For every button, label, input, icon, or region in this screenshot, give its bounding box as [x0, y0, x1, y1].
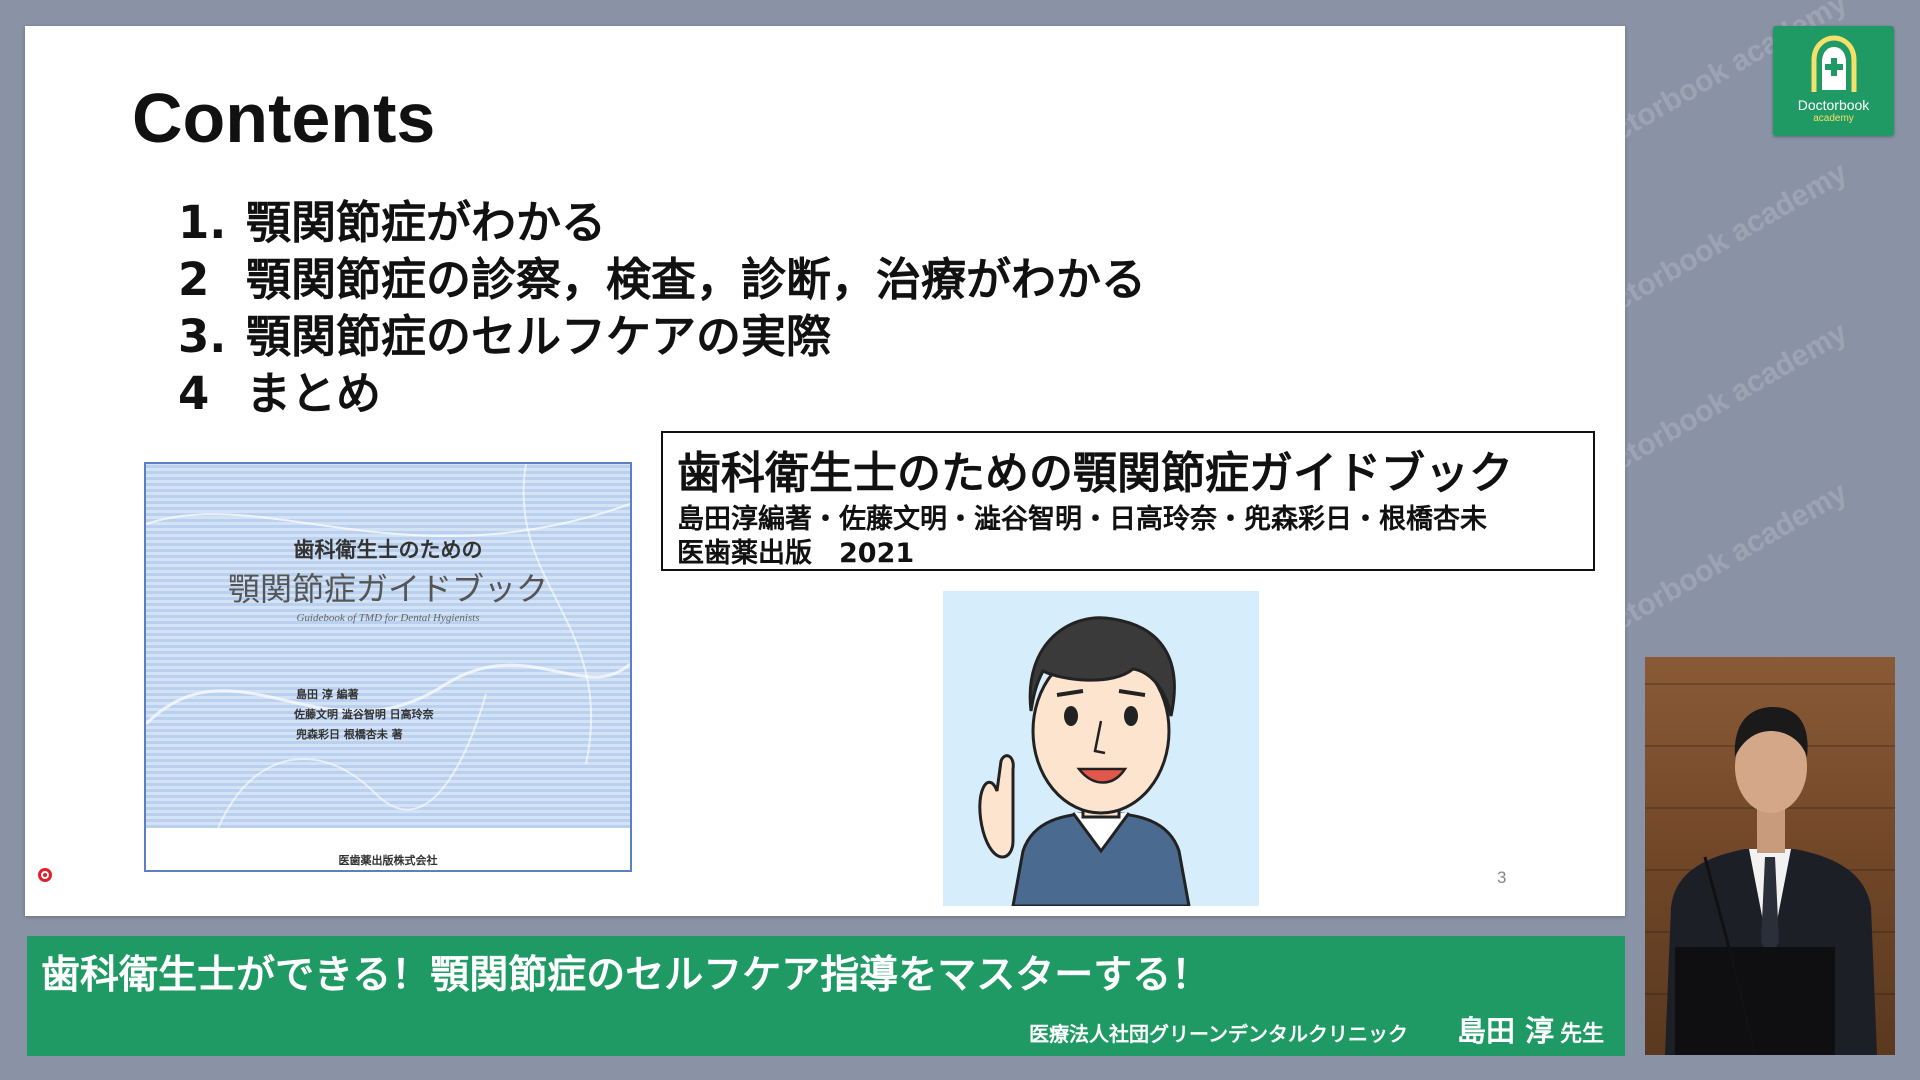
presenter-honorific: 先生 [1560, 1022, 1605, 1047]
contents-item-text: 顎関節症のセルフケアの実際 [246, 310, 832, 363]
logo-brand-name: Doctorbook [1797, 97, 1870, 113]
book-cover-super-title: 歯科衛生士のための [293, 537, 483, 562]
contents-item-text: 顎関節症がわかる [246, 196, 607, 249]
lower-third-banner: 歯科衛生士ができる！顎関節症のセルフケア指導をマスターする！ 医療法人社団グリー… [27, 936, 1625, 1056]
lecture-title: 歯科衛生士ができる！顎関節症のセルフケア指導をマスターする！ [41, 953, 1211, 998]
book-cover-wave-pattern [146, 464, 630, 870]
book-cover-author-line: 島田 淳 編著 [296, 688, 359, 701]
book-cover-author-line: 佐藤文明 澁谷智明 日高玲奈 [294, 708, 434, 721]
contents-item: 4 まとめ [178, 365, 1146, 422]
book-cover-publisher: 医歯薬出版株式会社 [338, 854, 438, 867]
contents-item-number: 1. [178, 196, 227, 249]
slide-page-number: 3 [1497, 868, 1507, 887]
contents-list: 1. 顎関節症がわかる 2 顎関節症の診察，検査，診断，治療がわかる 3. 顎関節症の… [178, 194, 1146, 422]
book-cover-english-title: Guidebook of TMD for Dental Hygienists [296, 612, 480, 624]
presentation-slide: Contents 1. 顎関節症がわかる 2 顎関節症の診察，検査，診断，治療がわか… [25, 26, 1625, 916]
book-cover-main-title: 顎関節症ガイドブック [227, 570, 548, 608]
reference-publisher-year: 医歯薬出版 2021 [677, 538, 915, 569]
contents-item: 3. 顎関節症のセルフケアの実際 [178, 308, 1146, 365]
contents-item-text: 顎関節症の診察，検査，診断，治療がわかる [246, 253, 1147, 306]
presenter-camera-feed [1645, 657, 1895, 1055]
book-cover-author-line: 兜森彩日 根橋杏未 著 [296, 728, 403, 741]
dentist-illustration [943, 591, 1259, 908]
contents-item-text: まとめ [246, 367, 382, 420]
contents-item: 1. 顎関節症がわかる [178, 194, 1146, 251]
reference-title: 歯科衛生士のための顎関節症ガイドブック [677, 448, 1513, 499]
presenter-name: 島田 淳先生 [1457, 1008, 1604, 1050]
slide-title: Contents [132, 79, 436, 157]
laser-pointer-icon [38, 868, 52, 882]
presenter-name-text: 島田 淳 [1457, 1014, 1555, 1048]
contents-item-number: 4 [178, 367, 210, 420]
book-cover-image: 歯科衛生士のための 顎関節症ガイドブック Guidebook of TMD fo… [144, 462, 632, 872]
contents-item-number: 2 [178, 253, 210, 306]
logo-brand-sub: academy [1813, 113, 1854, 124]
doctorbook-logo-icon [1811, 35, 1857, 92]
presenter-affiliation: 医療法人社団グリーンデンタルクリニック [1029, 1022, 1408, 1046]
doctorbook-logo: Doctorbook academy [1773, 26, 1894, 136]
book-reference-box: 歯科衛生士のための顎関節症ガイドブック 島田淳編著・佐藤文明・澁谷智明・日高玲奈… [661, 431, 1595, 571]
contents-item: 2 顎関節症の診察，検査，診断，治療がわかる [178, 251, 1146, 308]
contents-item-number: 3. [178, 310, 227, 363]
